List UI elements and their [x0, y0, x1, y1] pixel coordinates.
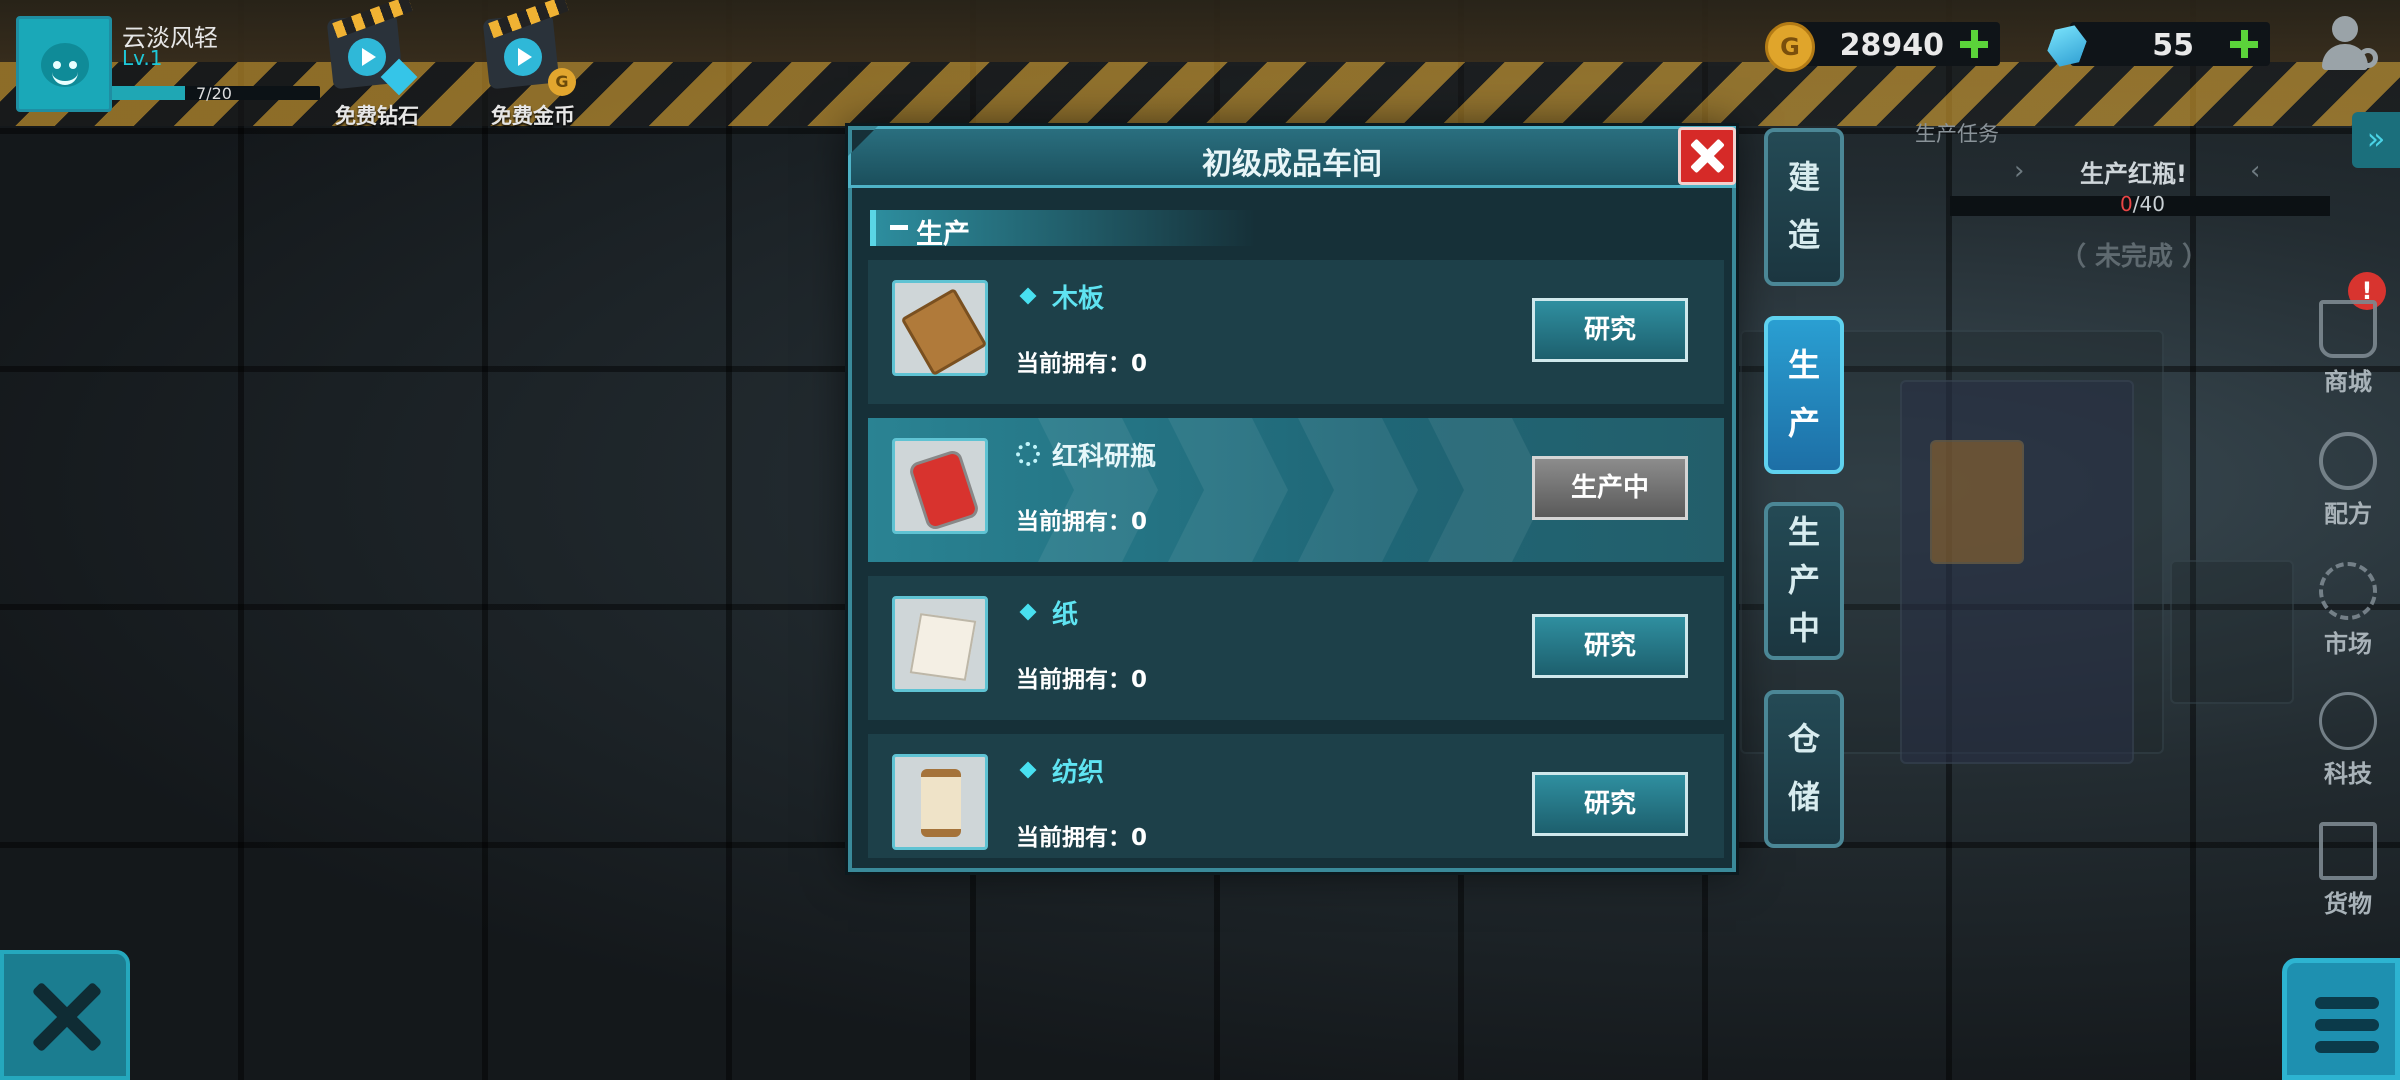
tab-build-char: 建	[1787, 158, 1820, 196]
gem-counter: 55	[2070, 22, 2270, 66]
menu-list-button[interactable]	[2282, 958, 2400, 1080]
player-avatar[interactable]	[16, 16, 112, 112]
tab-produce-char: 产	[1787, 404, 1820, 442]
workshop-dialog: 初级成品车间 生产 木板 当前拥有：0 研究 红科研瓶 当前拥有：0 生产中 纸…	[848, 126, 1736, 872]
expand-panel-arrow-icon[interactable]: »	[2352, 112, 2400, 168]
menu-cargo[interactable]: 货物	[2300, 822, 2396, 919]
chevron-left-icon[interactable]: ‹	[2250, 156, 2260, 186]
network-icon	[2319, 692, 2377, 750]
list-icon-line	[2315, 1019, 2379, 1031]
chevron-right-icon[interactable]: ›	[2014, 156, 2024, 186]
diamond-bullet-icon	[1019, 761, 1037, 779]
add-gold-plus-icon[interactable]	[1960, 30, 1988, 58]
list-item[interactable]: 红科研瓶 当前拥有：0 生产中	[868, 418, 1724, 562]
gem-value: 55	[2152, 28, 2194, 63]
item-owned: 当前拥有：0	[1016, 825, 1148, 851]
dialog-header: 初级成品车间	[848, 126, 1736, 188]
producing-button[interactable]: 生产中	[1532, 456, 1688, 520]
item-name: 木板	[1052, 284, 1105, 314]
section-header: 生产	[870, 210, 1256, 250]
wood-plank-icon	[892, 280, 988, 377]
tab-storage[interactable]: 仓 储	[1764, 690, 1844, 848]
menu-cargo-label: 货物	[2324, 890, 2372, 918]
list-icon-line	[2315, 1041, 2379, 1053]
tab-storage-char: 储	[1787, 778, 1820, 816]
task-progress-total: /40	[2132, 192, 2165, 216]
gold-counter: 28940	[1790, 22, 2000, 66]
cart-icon	[2319, 300, 2377, 358]
user-settings-icon[interactable]	[2320, 14, 2380, 74]
free-gold-label: 免费金币	[491, 104, 575, 128]
item-owned: 当前拥有：0	[1016, 351, 1148, 377]
item-list[interactable]: 木板 当前拥有：0 研究 红科研瓶 当前拥有：0 生产中 纸 当前拥有：0 研究…	[868, 260, 1724, 858]
smiley-icon	[41, 43, 89, 87]
menu-shop[interactable]: 商城	[2300, 300, 2396, 397]
list-item[interactable]: 纸 当前拥有：0 研究	[868, 576, 1724, 720]
free-gold-button[interactable]: G 免费金币	[474, 0, 584, 128]
task-title: 生产红瓶!	[2080, 160, 2187, 188]
chevron-decoration	[1298, 418, 1418, 562]
research-button[interactable]: 研究	[1532, 614, 1688, 678]
tab-build[interactable]: 建 造	[1764, 128, 1844, 286]
research-button[interactable]: 研究	[1532, 298, 1688, 362]
dialog-title: 初级成品车间	[1202, 147, 1382, 182]
list-icon	[2315, 997, 2379, 1009]
player-level: Lv.1	[122, 46, 163, 70]
tab-produce-char: 生	[1787, 346, 1820, 384]
menu-tech-label: 科技	[2324, 760, 2372, 788]
item-name: 红科研瓶	[1052, 442, 1157, 472]
play-icon	[504, 38, 542, 76]
play-icon	[348, 38, 386, 76]
crate-icon	[2319, 822, 2377, 880]
xp-bar-fill	[112, 86, 185, 100]
tab-produce[interactable]: 生 产	[1764, 316, 1844, 474]
gold-coin-icon: G	[1765, 22, 1815, 72]
diamond-bullet-icon	[1019, 287, 1037, 305]
task-progress: 0/40	[2120, 192, 2165, 216]
tools-button[interactable]	[0, 950, 130, 1080]
xp-text: 7/20	[196, 84, 232, 103]
research-button[interactable]: 研究	[1532, 772, 1688, 836]
menu-recipe-label: 配方	[2324, 500, 2372, 528]
menu-market[interactable]: 市场	[2300, 562, 2396, 659]
menu-tech[interactable]: 科技	[2300, 692, 2396, 789]
section-label: 生产	[916, 219, 970, 250]
task-progress-current: 0	[2120, 192, 2133, 216]
menu-shop-label: 商城	[2324, 368, 2372, 396]
thread-spool-icon	[892, 754, 988, 850]
coin-icon: G	[548, 68, 576, 96]
close-button[interactable]	[1678, 127, 1736, 185]
menu-recipe[interactable]: 配方	[2300, 432, 2396, 529]
free-diamond-label: 免费钻石	[335, 104, 419, 128]
item-owned: 当前拥有：0	[1016, 667, 1148, 693]
free-diamond-button[interactable]: 免费钻石	[318, 0, 428, 128]
tab-storage-char: 仓	[1787, 720, 1820, 758]
item-name: 纸	[1052, 600, 1079, 630]
tab-producing[interactable]: 生 产 中	[1764, 502, 1844, 660]
diamond-bullet-icon	[1019, 603, 1037, 621]
paper-icon	[892, 596, 988, 692]
chevron-decoration	[1428, 418, 1548, 562]
list-item[interactable]: 纺织 当前拥有：0 研究	[868, 734, 1724, 858]
menu-market-label: 市场	[2324, 630, 2372, 658]
tab-producing-char: 中	[1787, 609, 1820, 647]
task-status: （ 未完成 ）	[2060, 242, 2209, 272]
gold-value: 28940	[1839, 28, 1944, 63]
tab-build-char: 造	[1787, 216, 1820, 254]
exchange-icon	[2319, 562, 2377, 620]
tab-producing-char: 产	[1787, 561, 1820, 599]
item-owned: 当前拥有：0	[1016, 509, 1148, 535]
list-item[interactable]: 木板 当前拥有：0 研究	[868, 260, 1724, 404]
loading-spinner-icon	[1016, 442, 1040, 466]
red-flask-can-icon	[892, 438, 988, 534]
tab-producing-char: 生	[1787, 513, 1820, 551]
add-gem-plus-icon[interactable]	[2230, 30, 2258, 58]
collapse-dash-icon[interactable]	[890, 225, 908, 230]
item-name: 纺织	[1052, 758, 1105, 788]
gear-icon	[2319, 432, 2377, 490]
task-header: 生产任务	[1915, 122, 1999, 146]
chevron-decoration	[1168, 418, 1288, 562]
